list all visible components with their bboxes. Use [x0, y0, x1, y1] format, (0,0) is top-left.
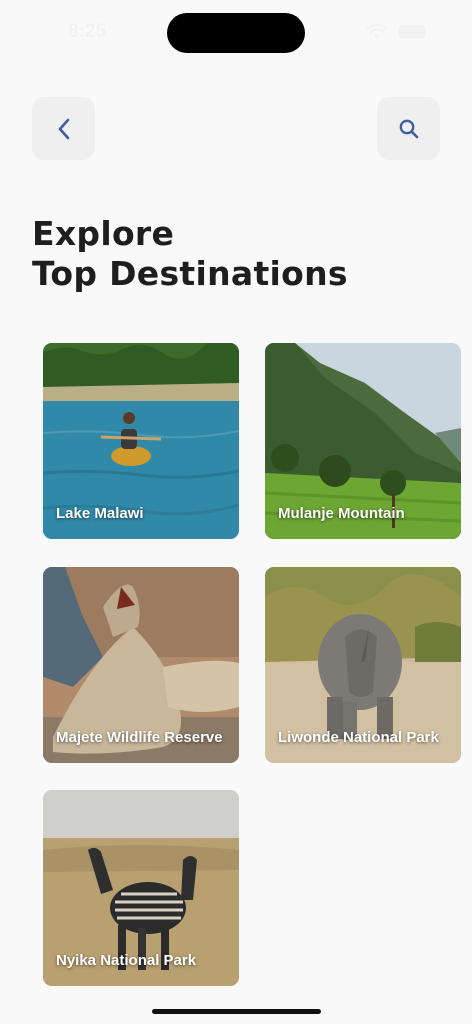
status-bar: 8:25	[0, 0, 472, 60]
destination-label: Liwonde National Park	[278, 729, 439, 746]
wifi-icon	[366, 24, 388, 39]
destination-card-lake-malawi[interactable]: Lake Malawi	[43, 343, 239, 539]
destination-label: Majete Wildlife Reserve	[56, 729, 223, 746]
destination-card-majete-wildlife-reserve[interactable]: Majete Wildlife Reserve	[43, 567, 239, 763]
chevron-left-icon	[58, 118, 69, 139]
title-line-1: Explore	[32, 214, 175, 253]
destination-card-liwonde-national-park[interactable]: Liwonde National Park	[265, 567, 461, 763]
destination-label: Nyika National Park	[56, 952, 197, 969]
battery-icon	[398, 25, 426, 38]
home-indicator[interactable]	[152, 1009, 321, 1014]
search-icon	[399, 119, 418, 138]
destination-label: Lake Malawi	[56, 505, 144, 522]
destination-card-mulanje-mountain[interactable]: Mulanje Mountain	[265, 343, 461, 539]
title-line-2: Top Destinations	[32, 254, 348, 293]
dynamic-island	[167, 13, 305, 53]
back-button[interactable]	[32, 97, 95, 160]
destination-card-nyika-national-park[interactable]: Nyika National Park	[43, 790, 239, 986]
destination-label: Mulanje Mountain	[278, 505, 405, 522]
page-title: Explore Top Destinations	[32, 214, 442, 294]
status-time: 8:25	[68, 21, 107, 42]
search-button[interactable]	[377, 97, 440, 160]
